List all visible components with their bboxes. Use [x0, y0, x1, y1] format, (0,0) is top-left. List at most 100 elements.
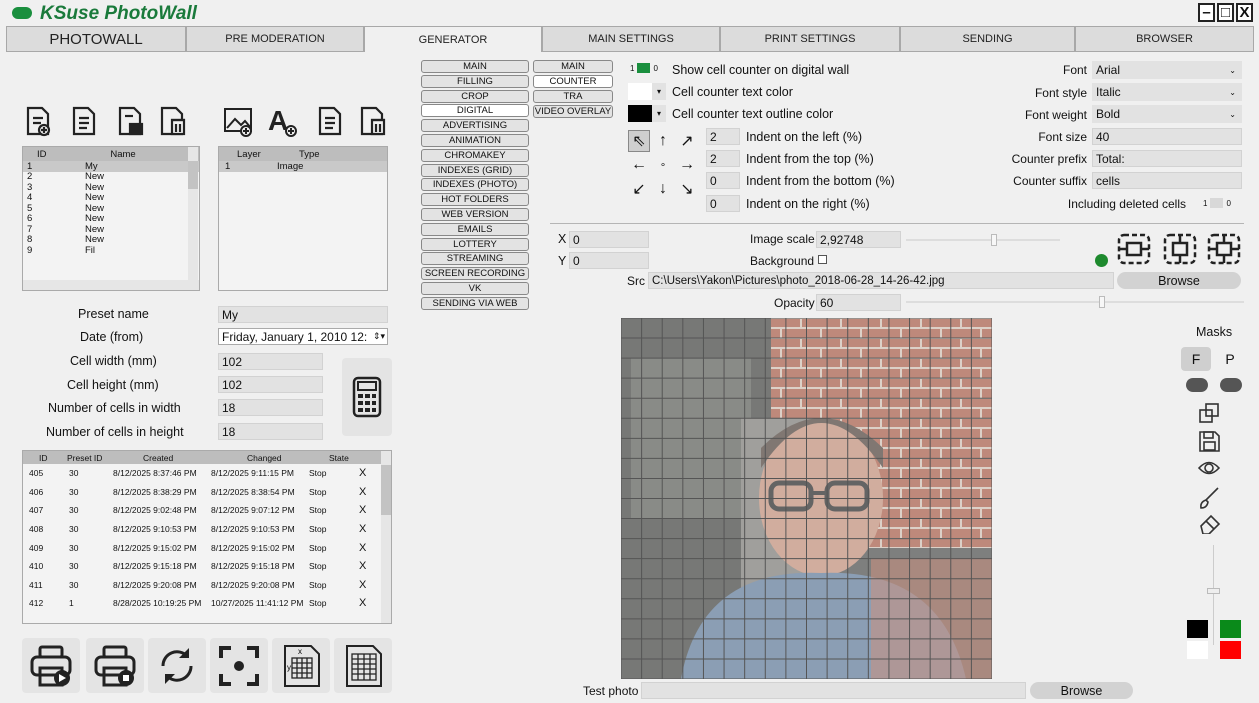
layers-row[interactable]: 1 Image: [219, 161, 387, 172]
job-row[interactable]: 406 30 8/12/2025 8:38:29 PM 8/12/2025 8:38:…: [23, 483, 391, 502]
tab-sending[interactable]: SENDING: [900, 26, 1075, 52]
suffix-input[interactable]: cells: [1092, 172, 1242, 189]
presets-table[interactable]: ID Name 1 My 2 New 3 New 4 New 5 New 6 New 7 New 8 New 9…: [22, 146, 200, 291]
gen-menu-item[interactable]: ANIMATION: [421, 134, 529, 147]
tab-generator[interactable]: GENERATOR: [364, 26, 542, 52]
job-row[interactable]: 412 1 8/28/2025 10:19:25 PM 10/27/2025 11:4…: [23, 594, 391, 613]
gen-menu-item[interactable]: SENDING VIA WEB: [421, 296, 529, 310]
mask-color-green[interactable]: [1220, 620, 1241, 638]
indent-right-input[interactable]: 0: [706, 195, 740, 212]
delete-job-icon[interactable]: X: [359, 597, 366, 609]
sub-menu-item[interactable]: MAIN: [533, 60, 613, 73]
arrow-right-icon[interactable]: →: [676, 154, 698, 176]
gen-menu-item[interactable]: FILLING: [421, 74, 529, 88]
test-photo-browse-button[interactable]: Browse: [1030, 682, 1133, 699]
preset-row[interactable]: 5 New: [23, 203, 199, 214]
indent-top-input[interactable]: 2: [706, 150, 740, 167]
presets-scroll-thumb[interactable]: [188, 161, 198, 189]
deleted-cells-toggle[interactable]: 1 0: [1203, 198, 1231, 208]
layers-table[interactable]: Layer Type 1 Image: [218, 146, 388, 291]
preset-row[interactable]: 4 New: [23, 192, 199, 203]
delete-job-icon[interactable]: X: [359, 486, 366, 498]
y-input[interactable]: 0: [569, 252, 649, 269]
arrow-down-icon[interactable]: ↓: [652, 178, 674, 200]
delete-job-icon[interactable]: X: [359, 504, 366, 516]
opacity-thumb[interactable]: [1099, 296, 1105, 308]
gen-menu-item[interactable]: LOTTERY: [421, 237, 529, 251]
print-stop-button[interactable]: [86, 638, 144, 693]
preset-row[interactable]: 6 New: [23, 213, 199, 224]
delete-job-icon[interactable]: X: [359, 467, 366, 479]
presets-scrollbar[interactable]: [188, 147, 198, 280]
grid-sheet-button[interactable]: [334, 638, 392, 693]
maximize-button[interactable]: □: [1217, 3, 1234, 22]
arrow-bottom-left-icon[interactable]: ↙: [628, 178, 650, 200]
gen-menu-item[interactable]: ADVERTISING: [421, 119, 529, 133]
date-from-picker[interactable]: Friday, January 1, 2010 12: ⇕▾: [218, 328, 388, 345]
image-scale-input[interactable]: 2,92748: [816, 231, 901, 248]
print-start-button[interactable]: [22, 638, 80, 693]
image-scale-slider[interactable]: [906, 234, 1060, 246]
preset-row[interactable]: 9 Fil: [23, 245, 199, 256]
sub-menu-item[interactable]: VIDEO OVERLAY: [533, 105, 613, 118]
font-weight-select[interactable]: Bold ⌄: [1092, 105, 1242, 123]
wall-preview[interactable]: [621, 318, 992, 679]
calculator-button[interactable]: [342, 358, 392, 436]
job-row[interactable]: 407 30 8/12/2025 9:02:48 PM 8/12/2025 9:07:…: [23, 501, 391, 520]
src-input[interactable]: C:\Users\Yakon\Pictures\photo_2018-06-28…: [648, 272, 1114, 289]
test-photo-input[interactable]: [641, 682, 1026, 699]
mask-p-button[interactable]: P: [1215, 347, 1245, 371]
gen-menu-item[interactable]: INDEXES (GRID): [421, 163, 529, 177]
chevron-down-icon[interactable]: ▾: [652, 105, 666, 122]
job-row[interactable]: 408 30 8/12/2025 9:10:53 PM 8/12/2025 9:10:…: [23, 520, 391, 539]
delete-job-icon[interactable]: X: [359, 560, 366, 572]
preset-row[interactable]: 2 New: [23, 171, 199, 182]
show-counter-toggle[interactable]: 1 0: [630, 63, 658, 73]
tab-pre-moderation[interactable]: PRE MODERATION: [186, 26, 364, 52]
mask-color-red[interactable]: [1220, 641, 1241, 659]
toggle-switch[interactable]: [637, 63, 651, 73]
mask-color-white[interactable]: [1187, 641, 1208, 659]
delete-job-icon[interactable]: X: [359, 579, 366, 591]
opacity-slider[interactable]: [906, 296, 1244, 308]
chevron-down-icon[interactable]: ▾: [652, 83, 666, 100]
tab-print-settings[interactable]: PRINT SETTINGS: [720, 26, 900, 52]
gen-menu-item[interactable]: SCREEN RECORDING: [421, 267, 529, 281]
mask-brush-size-slider[interactable]: [1207, 545, 1220, 645]
job-row[interactable]: 411 30 8/12/2025 9:20:08 PM 8/12/2025 9:20:…: [23, 576, 391, 595]
gen-menu-item[interactable]: CHROMAKEY: [421, 148, 529, 162]
gen-menu-item[interactable]: INDEXES (PHOTO): [421, 178, 529, 192]
date-spin-icon[interactable]: ⇕▾: [373, 331, 387, 342]
font-style-select[interactable]: Italic ⌄: [1092, 83, 1242, 101]
gen-menu-item[interactable]: MAIN: [421, 60, 529, 73]
presets-hscrollbar[interactable]: [23, 280, 199, 290]
jobs-scrollbar[interactable]: [381, 451, 391, 623]
sub-menu-item[interactable]: TRA: [533, 90, 613, 103]
cell-height-input[interactable]: 102: [218, 376, 323, 393]
jobs-table[interactable]: ID Preset ID Created Changed State 405 30…: [22, 450, 392, 624]
font-select[interactable]: Arial ⌄: [1092, 61, 1242, 79]
focus-capture-button[interactable]: [210, 638, 268, 693]
x-input[interactable]: 0: [569, 231, 649, 248]
mask-f-button[interactable]: F: [1181, 347, 1211, 371]
image-scale-thumb[interactable]: [991, 234, 997, 246]
mask-shape-2-icon[interactable]: [1220, 378, 1242, 392]
arrow-top-left-icon[interactable]: ⇖: [628, 130, 650, 152]
job-row[interactable]: 409 30 8/12/2025 9:15:02 PM 8/12/2025 9:15:…: [23, 538, 391, 557]
deleted-toggle-switch[interactable]: [1210, 198, 1224, 208]
background-checkbox[interactable]: [818, 255, 827, 264]
cells-height-input[interactable]: 18: [218, 423, 323, 440]
minimize-button[interactable]: –: [1198, 3, 1215, 22]
mask-color-black[interactable]: [1187, 620, 1208, 638]
preset-row[interactable]: 8 New: [23, 234, 199, 245]
preset-row[interactable]: 3 New: [23, 182, 199, 193]
font-size-input[interactable]: 40: [1092, 128, 1242, 145]
preset-row[interactable]: 7 New: [23, 224, 199, 235]
grid-x-button[interactable]: xy: [272, 638, 330, 693]
cells-width-input[interactable]: 18: [218, 399, 323, 416]
text-color-picker[interactable]: ▾: [628, 83, 666, 100]
job-row[interactable]: 405 30 8/12/2025 8:37:46 PM 8/12/2025 9:11:…: [23, 464, 391, 483]
sub-menu-item[interactable]: COUNTER: [533, 75, 613, 88]
opacity-input[interactable]: 60: [816, 294, 901, 311]
indent-bottom-input[interactable]: 0: [706, 172, 740, 189]
